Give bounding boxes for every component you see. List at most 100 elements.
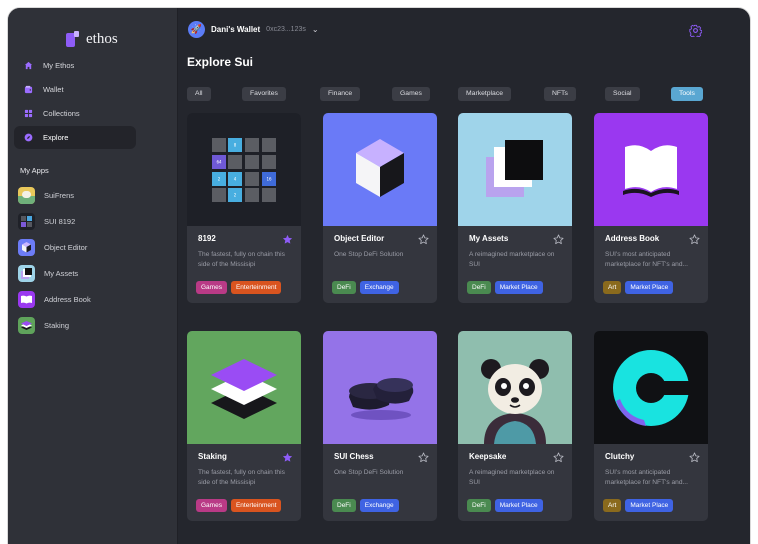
sidebar-item-label: My Ethos xyxy=(43,61,75,70)
sidebar-item-explore[interactable]: Explore xyxy=(14,126,136,149)
tag-entertainment[interactable]: Enterteinment xyxy=(230,499,282,512)
app-card-8192[interactable]: 8 64 2 4 16 2 8192 The fastest, fully on… xyxy=(187,113,301,303)
filter-tools[interactable]: Tools xyxy=(671,87,703,101)
favorite-star-icon[interactable] xyxy=(418,232,429,245)
tag-market-place[interactable]: Market Place xyxy=(625,499,674,512)
sidebar-app-suifrens[interactable]: SuiFrens xyxy=(18,182,168,208)
wallet-name: Dani's Wallet xyxy=(211,25,261,34)
wallet-selector[interactable]: 🚀 Dani's Wallet 0xc23...123s ⌄ xyxy=(188,21,319,38)
ethos-logo-icon xyxy=(66,31,80,47)
sidebar-app-sui-8192[interactable]: SUI 8192 xyxy=(18,208,168,234)
sidebar-app-staking[interactable]: Staking xyxy=(18,312,168,338)
filter-games[interactable]: Games xyxy=(392,87,430,101)
filter-finance[interactable]: Finance xyxy=(320,87,361,101)
app-card-staking[interactable]: Staking The fastest, fully on chain this… xyxy=(187,331,301,521)
tag-defi[interactable]: DeFi xyxy=(332,499,356,512)
tile-label: 16 xyxy=(266,177,272,182)
card-tags: Games Enterteinment xyxy=(196,499,282,512)
sidebar-item-wallet[interactable]: Wallet xyxy=(14,78,136,101)
app-card-clutchy[interactable]: Clutchy SUI's most anticipated marketpla… xyxy=(594,331,708,521)
home-icon xyxy=(24,61,33,70)
tag-art[interactable]: Art xyxy=(603,281,622,294)
sui-8192-app-icon xyxy=(18,212,35,230)
suifrens-app-icon xyxy=(18,186,35,204)
card-title: Clutchy xyxy=(605,452,635,461)
sidebar-item-label: Wallet xyxy=(43,85,64,94)
gear-icon[interactable] xyxy=(689,24,703,39)
tag-market-place[interactable]: Market Place xyxy=(494,281,543,294)
card-tags: Games Enterteinment xyxy=(196,281,282,294)
favorite-star-icon[interactable] xyxy=(553,450,564,463)
sidebar-item-label: Collections xyxy=(43,109,80,118)
app-window: ethos My Ethos Wallet Collections Explor… xyxy=(8,8,750,544)
card-description: One Stop DeFi Solution xyxy=(334,251,404,258)
tag-market-place[interactable]: Market Place xyxy=(625,281,674,294)
sidebar-item-label: Explore xyxy=(43,133,69,142)
card-description: A reimagined marketplace on SUI xyxy=(469,251,555,268)
tag-exchange[interactable]: Exchange xyxy=(359,499,399,512)
card-title: Staking xyxy=(198,452,227,461)
card-title: My Assets xyxy=(469,234,509,243)
top-bar: 🚀 Dani's Wallet 0xc23...123s ⌄ xyxy=(178,8,750,54)
filter-marketplace[interactable]: Marketplace xyxy=(458,87,512,101)
app-card-object-editor[interactable]: Object Editor One Stop DeFi Solution DeF… xyxy=(323,113,437,303)
wallet-avatar-icon: 🚀 xyxy=(188,21,205,38)
app-label: Address Book xyxy=(44,294,91,304)
ethos-logo[interactable]: ethos xyxy=(66,30,118,48)
card-title: Address Book xyxy=(605,234,660,243)
sidebar-item-collections[interactable]: Collections xyxy=(14,102,136,125)
tag-games[interactable]: Games xyxy=(196,499,227,512)
staking-app-icon xyxy=(18,316,35,334)
app-card-sui-chess[interactable]: SUI Chess One Stop DeFi Solution DeFi Ex… xyxy=(323,331,437,521)
8192-game-grid: 8 64 2 4 16 2 xyxy=(187,113,301,226)
tag-art[interactable]: Art xyxy=(603,499,622,512)
wallet-icon xyxy=(24,85,33,94)
sidebar-app-address-book[interactable]: Address Book xyxy=(18,286,168,312)
filter-favorites[interactable]: Favorites xyxy=(242,87,286,101)
sidebar-app-object-editor[interactable]: Object Editor xyxy=(18,234,168,260)
tag-entertainment[interactable]: Enterteinment xyxy=(230,281,282,294)
filter-social[interactable]: Social xyxy=(605,87,640,101)
app-card-keepsake[interactable]: Keepsake A reimagined marketplace on SUI… xyxy=(458,331,572,521)
favorite-star-icon[interactable] xyxy=(553,232,564,245)
address-book-app-icon xyxy=(18,290,35,308)
stacked-layers-illustration xyxy=(187,331,301,444)
filter-all[interactable]: All xyxy=(187,87,211,101)
wallet-address: 0xc23...123s xyxy=(266,26,306,33)
sidebar: ethos My Ethos Wallet Collections Explor… xyxy=(8,8,178,544)
sidebar-item-my-ethos[interactable]: My Ethos xyxy=(14,54,136,77)
app-label: My Assets xyxy=(44,268,79,278)
card-title: SUI Chess xyxy=(334,452,374,461)
tag-defi[interactable]: DeFi xyxy=(332,281,356,294)
sidebar-app-my-assets[interactable]: My Assets xyxy=(18,260,168,286)
favorite-star-icon[interactable] xyxy=(689,450,700,463)
tag-defi[interactable]: DeFi xyxy=(467,281,491,294)
card-description: The fastest, fully on chain this side of… xyxy=(198,469,285,486)
favorite-star-icon[interactable] xyxy=(418,450,429,463)
app-card-address-book[interactable]: Address Book SUI's most anticipated mark… xyxy=(594,113,708,303)
card-tags: Art Market Place xyxy=(603,281,674,294)
tile-label: 8 xyxy=(234,143,237,148)
tile-label: 2 xyxy=(234,193,237,198)
tag-games[interactable]: Games xyxy=(196,281,227,294)
tag-market-place[interactable]: Market Place xyxy=(494,499,543,512)
my-assets-app-icon xyxy=(18,264,35,282)
tag-defi[interactable]: DeFi xyxy=(467,499,491,512)
card-description: One Stop DeFi Solution xyxy=(334,469,404,476)
favorite-star-icon[interactable] xyxy=(282,450,293,462)
card-title: 8192 xyxy=(198,234,216,243)
app-label: Staking xyxy=(44,320,70,330)
card-description: The fastest, fully on chain this side of… xyxy=(198,251,285,268)
card-tags: DeFi Market Place xyxy=(467,281,543,294)
card-tags: DeFi Exchange xyxy=(332,499,399,512)
tag-exchange[interactable]: Exchange xyxy=(359,281,399,294)
app-card-my-assets[interactable]: My Assets A reimagined marketplace on SU… xyxy=(458,113,572,303)
card-description: SUI's most anticipated marketplace for N… xyxy=(605,469,688,486)
app-label: Object Editor xyxy=(44,242,88,252)
page-title: Explore Sui xyxy=(187,55,254,69)
filter-nfts[interactable]: NFTs xyxy=(544,87,576,101)
card-tags: Art Market Place xyxy=(603,499,674,512)
favorite-star-icon[interactable] xyxy=(689,232,700,245)
card-tags: DeFi Market Place xyxy=(467,499,543,512)
favorite-star-icon[interactable] xyxy=(282,232,293,244)
